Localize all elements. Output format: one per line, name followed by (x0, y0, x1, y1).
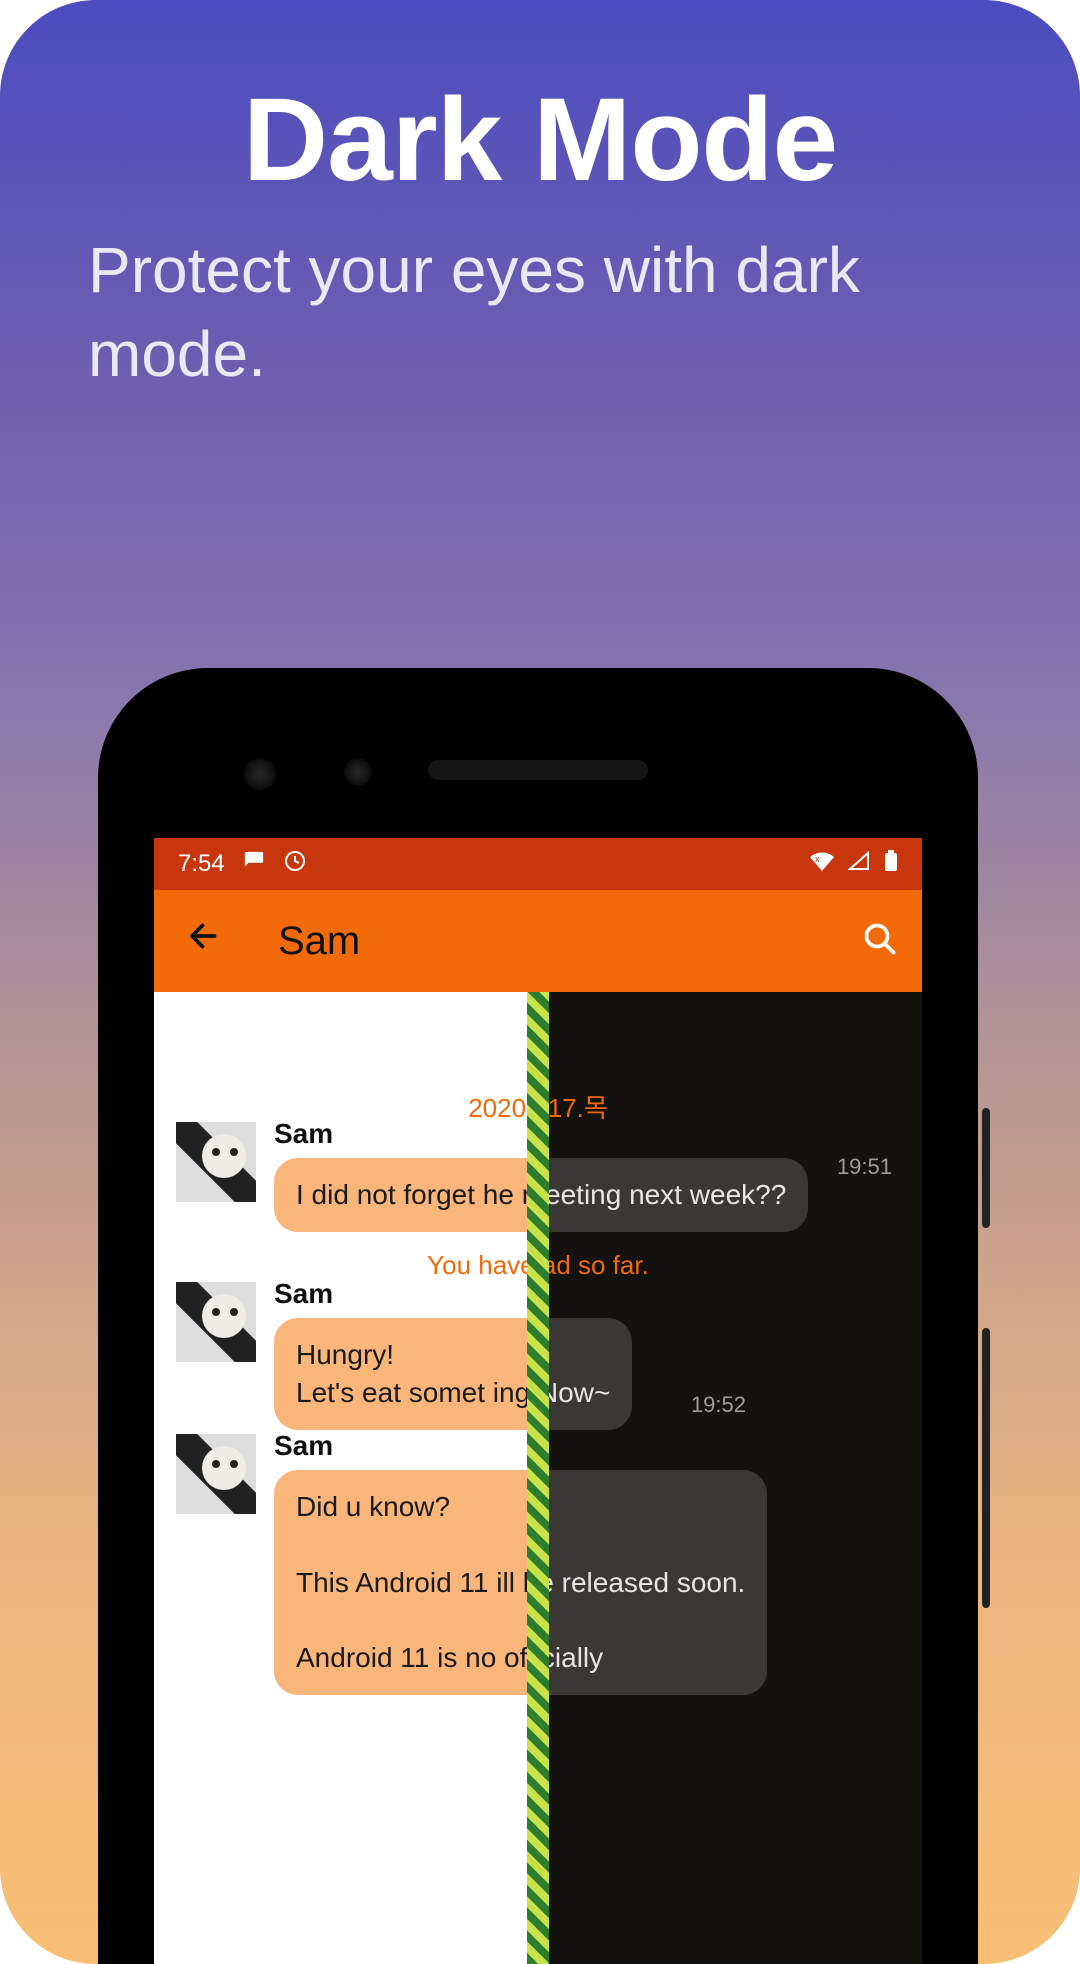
avatar[interactable] (176, 1434, 256, 1514)
message-time: 19:51 (837, 1154, 892, 1180)
phone-speaker (428, 760, 648, 780)
promo-subtitle: Protect your eyes with dark mode. (88, 228, 992, 397)
sync-icon (283, 849, 307, 880)
svg-text:x: x (815, 854, 820, 864)
avatar[interactable] (176, 1282, 256, 1362)
chat-app-bar: Sam (154, 890, 922, 992)
camera-icon (344, 758, 372, 786)
chat-body[interactable]: 2020. .17.목 You have ad so far. Sam I di… (154, 992, 922, 1964)
message-sender: Sam (274, 1278, 333, 1310)
camera-icon (244, 758, 276, 790)
signal-icon (848, 850, 870, 878)
theme-slider-handle[interactable] (527, 992, 549, 1964)
phone-side-button (982, 1328, 990, 1608)
status-bar: 7:54 x (154, 838, 922, 890)
phone-side-button (982, 1108, 990, 1228)
phone-screen: 7:54 x (154, 838, 922, 1964)
message-time: 19:52 (691, 1392, 746, 1418)
avatar[interactable] (176, 1122, 256, 1202)
message-sender: Sam (274, 1118, 333, 1150)
chat-contact-name: Sam (278, 919, 360, 964)
promo-page: Dark Mode Protect your eyes with dark mo… (0, 0, 1080, 1964)
back-button[interactable] (186, 918, 222, 964)
message-icon (243, 850, 265, 879)
promo-title: Dark Mode (0, 72, 1080, 208)
phone-bezel: 7:54 x (116, 686, 960, 1964)
message-sender: Sam (274, 1430, 333, 1462)
search-button[interactable] (862, 921, 898, 962)
phone-frame: 7:54 x (98, 668, 978, 1964)
status-time: 7:54 (178, 850, 225, 878)
wifi-icon: x (810, 850, 834, 878)
battery-icon (884, 850, 898, 879)
